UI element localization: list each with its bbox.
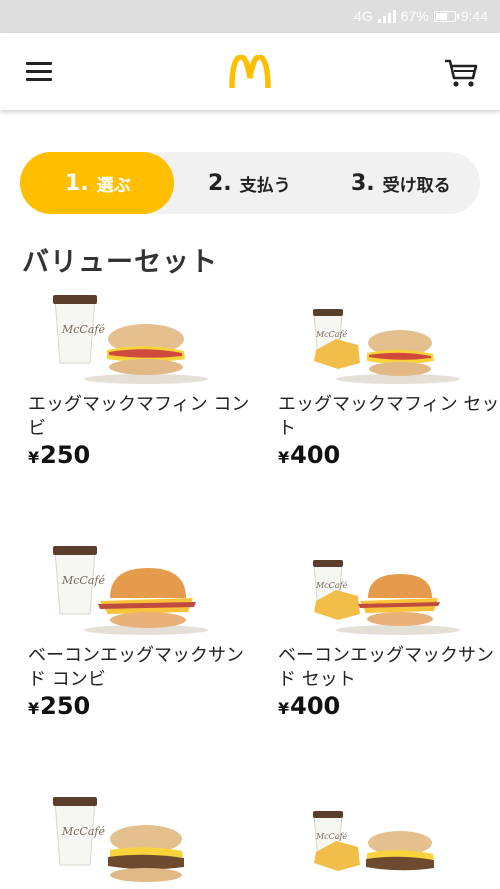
currency-symbol: ¥ bbox=[28, 448, 40, 467]
step-label: 受け取る bbox=[382, 175, 451, 196]
step-pay[interactable]: 2. 支払う bbox=[208, 152, 291, 214]
product-image: McCafé bbox=[53, 546, 208, 635]
order-steps: 1. 選ぶ 2. 支払う 3. 受け取る bbox=[20, 152, 480, 214]
step-choose[interactable]: 1. 選ぶ bbox=[65, 152, 131, 214]
price-value: 400 bbox=[290, 441, 341, 469]
signal-icon bbox=[377, 9, 396, 23]
app-header bbox=[0, 33, 500, 110]
product-image: McCafé bbox=[53, 797, 184, 882]
product-name: ベーコンエッグマックサンド セット bbox=[278, 645, 494, 690]
product-price: ¥400 bbox=[278, 692, 340, 720]
step-number: 2. bbox=[208, 170, 232, 196]
section-title: バリューセット bbox=[22, 247, 218, 278]
svg-text:McCafé: McCafé bbox=[315, 581, 348, 590]
price-value: 250 bbox=[40, 441, 91, 469]
step-number: 1. bbox=[65, 170, 89, 196]
status-bar: 4G 67% 9:44 bbox=[0, 0, 500, 33]
network-type: 4G bbox=[354, 8, 373, 24]
mcdonalds-logo-icon[interactable] bbox=[229, 55, 271, 89]
battery-percent: 67% bbox=[400, 8, 429, 24]
step-number: 3. bbox=[351, 170, 375, 196]
product-name: エッグマックマフィン セット bbox=[278, 394, 500, 439]
product-name: エッグマックマフィン コンビ bbox=[28, 394, 250, 439]
svg-text:McCafé: McCafé bbox=[61, 323, 105, 336]
step-label: 支払う bbox=[239, 175, 291, 196]
battery-level bbox=[435, 12, 447, 20]
product-price: ¥250 bbox=[28, 441, 90, 469]
battery-icon bbox=[433, 10, 459, 22]
step-label: 選ぶ bbox=[96, 175, 131, 196]
product-image: McCafé bbox=[313, 811, 434, 871]
product-price: ¥250 bbox=[28, 692, 90, 720]
svg-text:McCafé: McCafé bbox=[61, 825, 105, 838]
currency-symbol: ¥ bbox=[278, 448, 290, 467]
clock: 9:44 bbox=[460, 8, 488, 24]
product-image: McCafé bbox=[53, 295, 208, 384]
hamburger-menu-icon[interactable] bbox=[26, 62, 52, 82]
step-receive[interactable]: 3. 受け取る bbox=[351, 152, 451, 214]
currency-symbol: ¥ bbox=[278, 699, 290, 718]
product-name: ベーコンエッグマックサンド コンビ bbox=[28, 645, 244, 690]
svg-text:McCafé: McCafé bbox=[315, 832, 348, 841]
svg-text:McCafé: McCafé bbox=[315, 330, 348, 339]
currency-symbol: ¥ bbox=[28, 699, 40, 718]
shopping-cart-icon[interactable] bbox=[444, 58, 478, 88]
price-value: 400 bbox=[290, 692, 341, 720]
price-value: 250 bbox=[40, 692, 91, 720]
svg-text:McCafé: McCafé bbox=[61, 574, 105, 587]
status-group: 4G 67% 9:44 bbox=[354, 8, 488, 24]
product-card-partial[interactable]: McCafé bbox=[278, 797, 500, 889]
product-card-partial[interactable]: McCafé bbox=[28, 797, 258, 889]
product-image: McCafé bbox=[313, 309, 460, 384]
product-image: McCafé bbox=[313, 560, 460, 635]
product-price: ¥400 bbox=[278, 441, 340, 469]
